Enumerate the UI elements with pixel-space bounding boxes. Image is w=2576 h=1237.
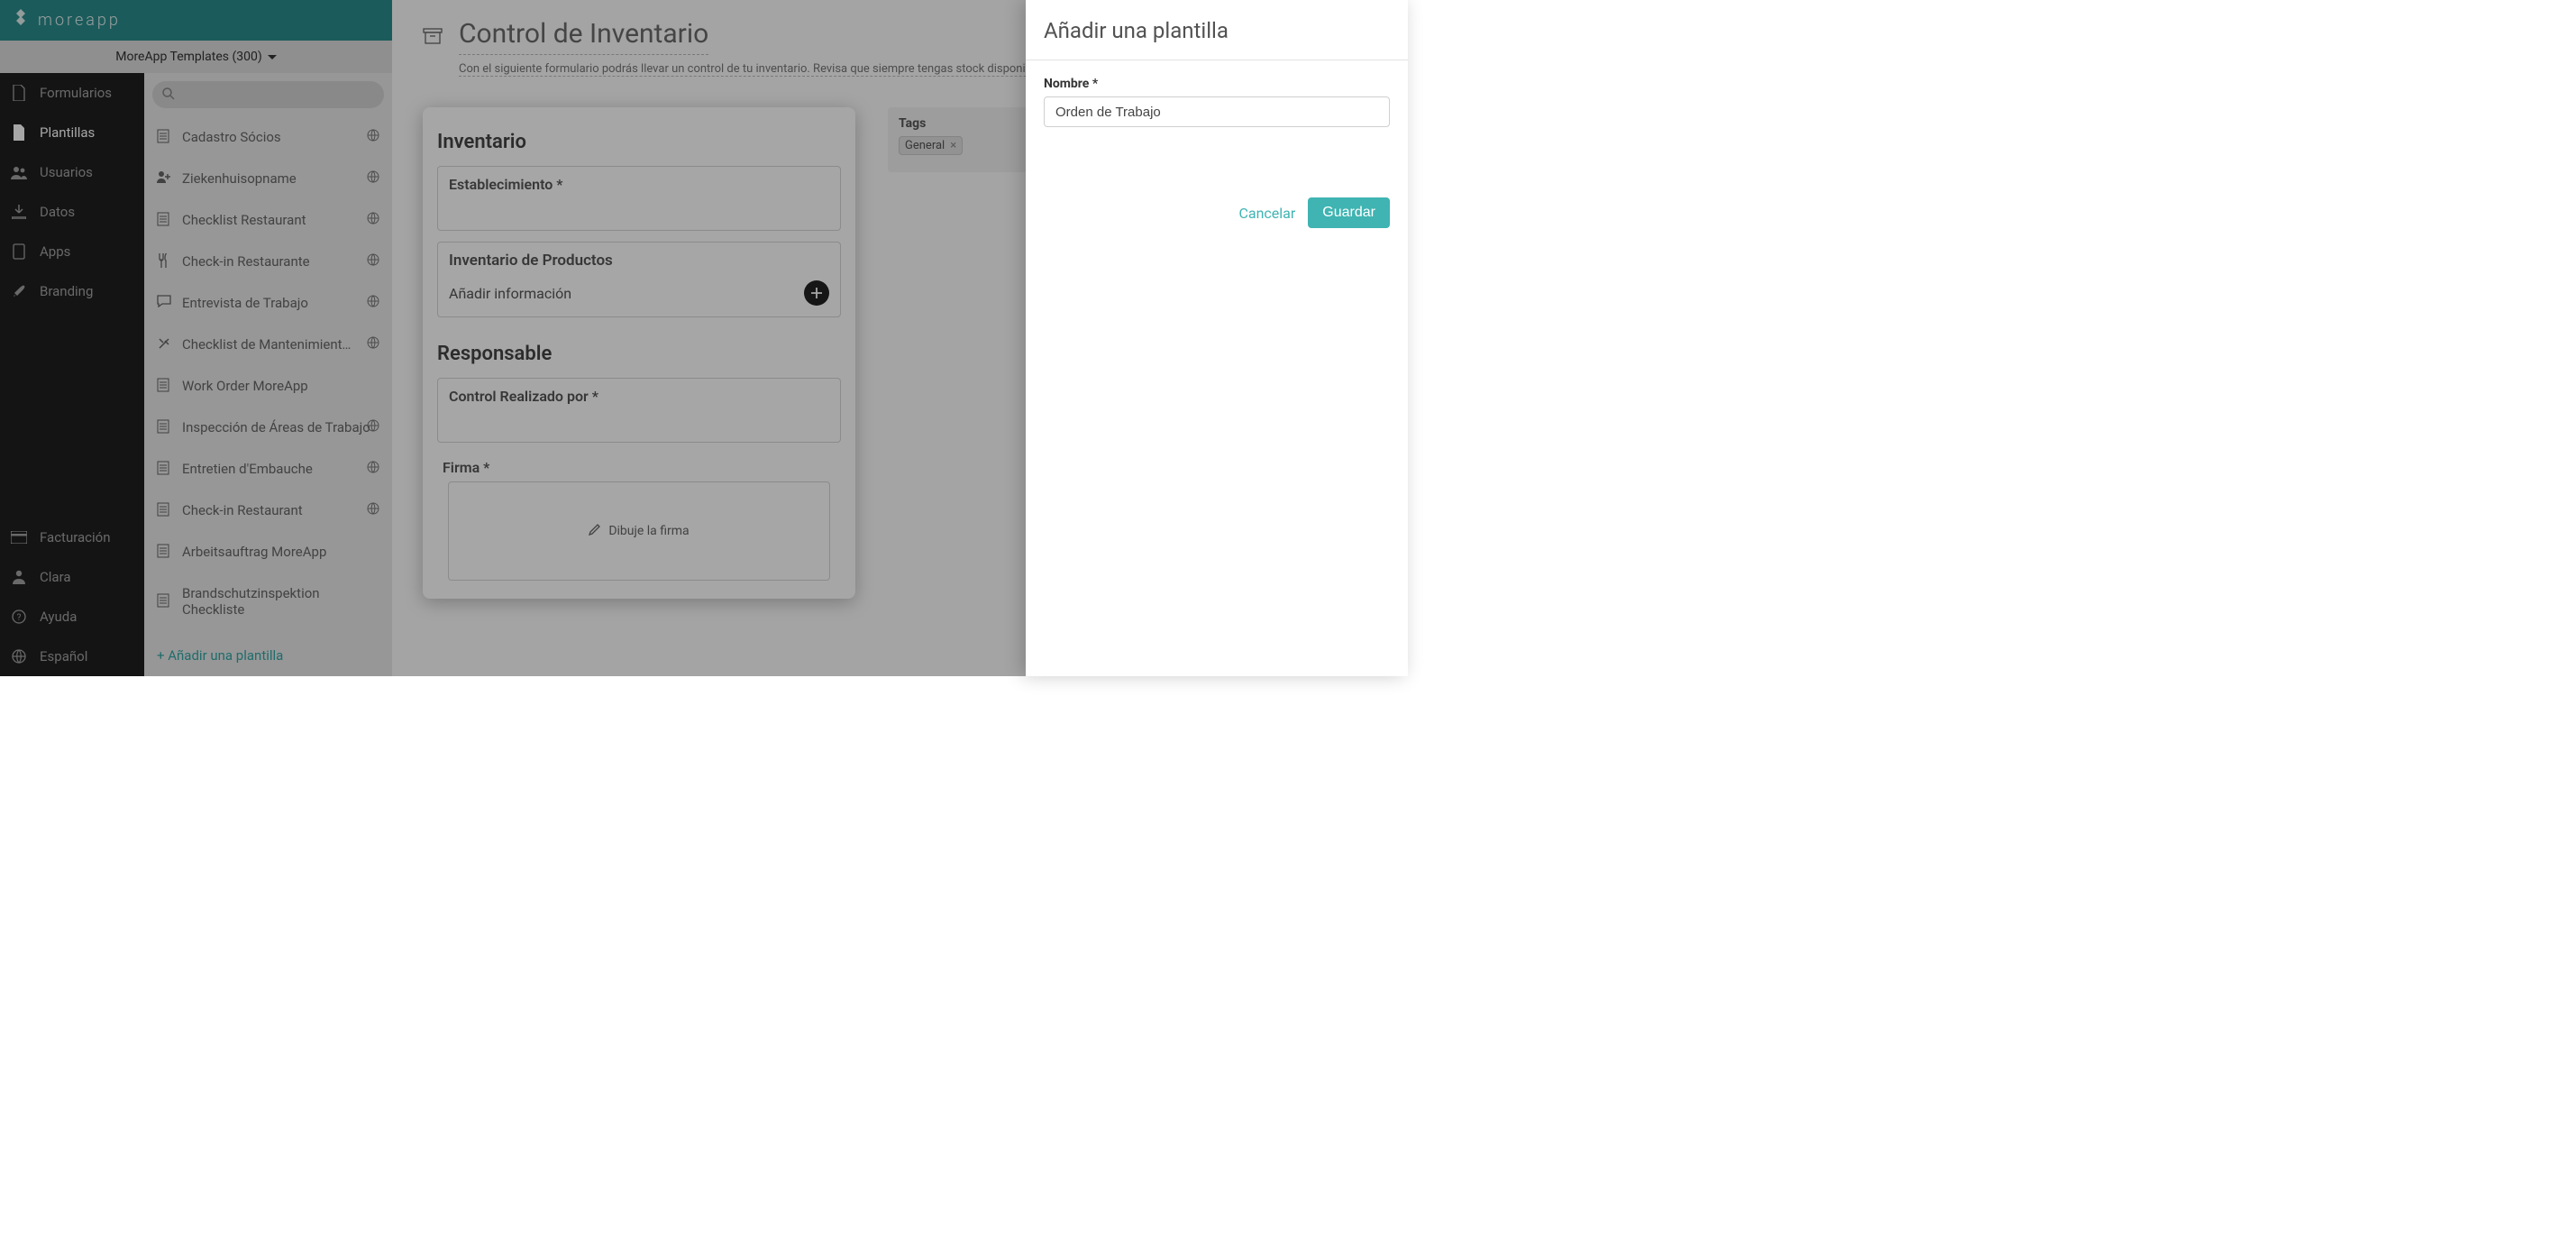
add-template-modal: Añadir una plantilla Nombre * Cancelar G… xyxy=(1026,0,1408,676)
name-input[interactable] xyxy=(1044,96,1390,127)
modal-actions: Cancelar Guardar xyxy=(1044,197,1390,228)
modal-title: Añadir una plantilla xyxy=(1026,18,1408,60)
save-button[interactable]: Guardar xyxy=(1308,197,1390,228)
cancel-button[interactable]: Cancelar xyxy=(1238,205,1295,222)
name-label: Nombre * xyxy=(1044,77,1390,91)
